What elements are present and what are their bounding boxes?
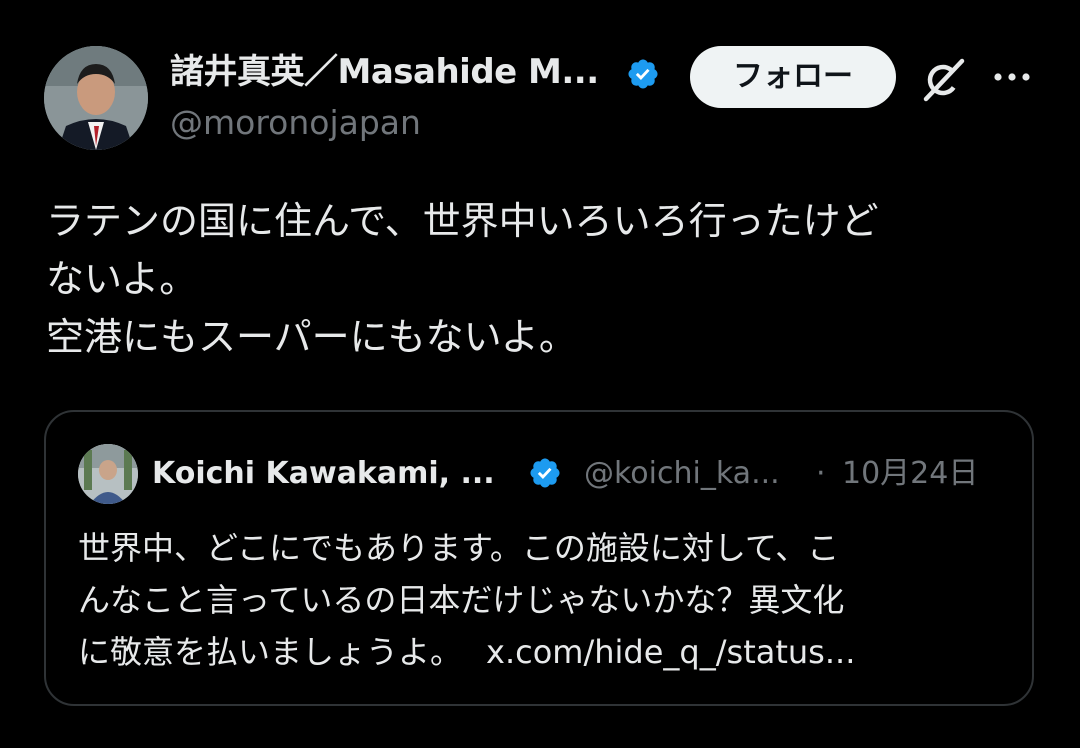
author-handle[interactable]: @moronojapan [170,101,421,145]
quoted-text-line: 世界中、どこにでもあります。この施設に対して、こ [78,529,840,567]
quoted-post-card[interactable]: Koichi Kawakami, ... @koichi_ka... · 10月… [44,410,1034,706]
quoted-author-handle[interactable]: @koichi_ka... [584,454,780,494]
more-options-icon[interactable] [990,62,1034,92]
post-text-line: ラテンの国に住んで、世界中いろいろ行ったけど [46,199,879,243]
post-text-line: ないよ。 [46,257,198,301]
quoted-text-segment: に敬意を払いましょうよ。 [78,633,463,671]
post-text-line: 空港にもスーパーにもないよ。 [46,315,577,359]
quoted-post-text: 世界中、どこにでもあります。この施設に対して、こ んなこと言っているの日本だけじ… [78,522,1008,678]
quoted-text-line: んなこと言っているの日本だけじゃないかな？異文化 [78,581,845,619]
verified-badge-icon [628,59,658,89]
quoted-text-line: に敬意を払いましょうよ。 x.com/hide_q_/status... [78,626,1008,678]
quoted-author-name[interactable]: Koichi Kawakami, ... [152,454,495,494]
author-avatar[interactable] [44,46,148,150]
quoted-post-date[interactable]: 10月24日 [842,454,978,494]
author-name[interactable]: 諸井真英／Masahide M... [170,50,599,94]
post-text: ラテンの国に住んで、世界中いろいろ行ったけど ないよ。 空港にもスーパーにもない… [46,192,1046,366]
quoted-author-avatar[interactable] [78,444,138,504]
follow-button[interactable]: フォロー [690,46,896,108]
verified-badge-icon [530,458,560,488]
quoted-post-link[interactable]: x.com/hide_q_/status... [486,633,855,671]
grok-icon[interactable] [920,55,968,103]
meta-separator: · [816,456,826,491]
